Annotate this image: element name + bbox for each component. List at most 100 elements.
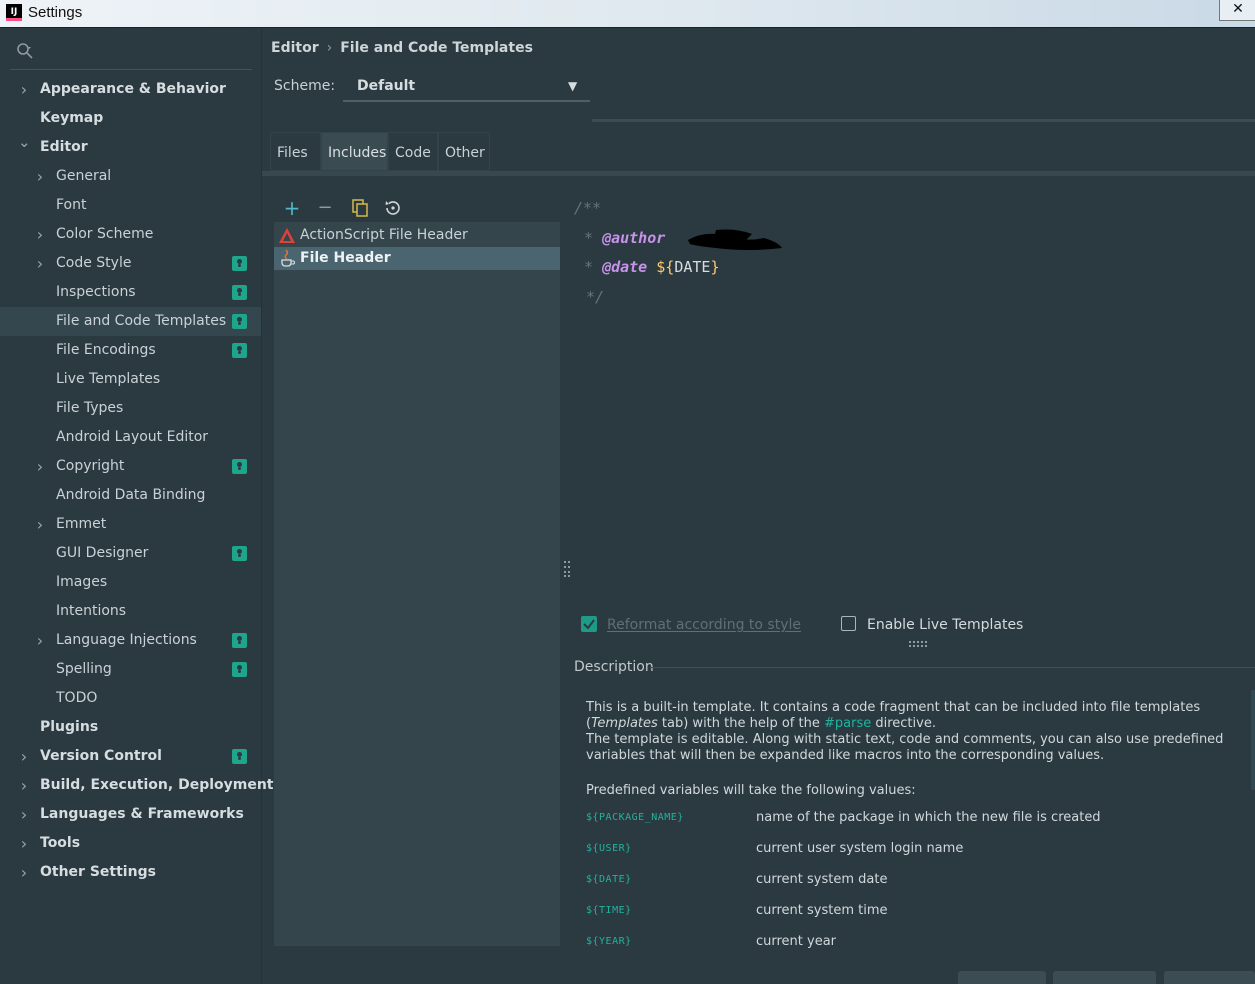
sidebar-item-android-layout-editor[interactable]: Android Layout Editor — [0, 423, 261, 452]
variable-desc: current year — [756, 934, 837, 949]
chevron-right-icon[interactable]: › — [34, 626, 46, 655]
template-label: ActionScript File Header — [300, 227, 468, 243]
sidebar-item-copyright[interactable]: › Copyright — [0, 452, 261, 481]
add-template-button[interactable]: + — [282, 198, 302, 218]
code-line: * @author — [584, 229, 665, 247]
sidebar-item-intentions[interactable]: Intentions — [0, 597, 261, 626]
search-field[interactable] — [10, 69, 252, 70]
text: tab) with the help of the — [657, 716, 824, 731]
sidebar-item-build-execution-deployment[interactable]: › Build, Execution, Deployment — [0, 771, 274, 800]
var-name: DATE — [674, 258, 711, 276]
chevron-right-icon[interactable]: › — [18, 742, 30, 771]
template-editor[interactable]: /** * @author * @date ${DATE} */ — [574, 193, 1255, 603]
breadcrumb-separator: › — [326, 40, 333, 56]
chevron-down-icon[interactable]: ⌄ — [18, 128, 31, 157]
tab-other[interactable]: Other — [438, 132, 490, 171]
chevron-right-icon[interactable]: › — [34, 452, 46, 481]
horizontal-splitter-handle[interactable] — [908, 641, 928, 647]
chevron-right-icon[interactable]: › — [18, 75, 30, 104]
code-line: * @date ${DATE} — [584, 258, 719, 276]
sidebar-item-inspections[interactable]: Inspections — [0, 278, 261, 307]
apply-button[interactable] — [1164, 971, 1255, 984]
variable-desc: name of the package in which the new fil… — [756, 810, 1101, 825]
actionscript-icon — [279, 228, 295, 243]
chevron-right-icon[interactable]: › — [18, 829, 30, 858]
sidebar-item-android-data-binding[interactable]: Android Data Binding — [0, 481, 261, 510]
sidebar-item-appearance-behavior[interactable]: › Appearance & Behavior — [0, 75, 261, 104]
sidebar-item-tools[interactable]: › Tools — [0, 829, 261, 858]
sidebar-item-label: Build, Execution, Deployment — [40, 777, 274, 793]
sidebar-item-label: Languages & Frameworks — [40, 806, 244, 822]
sidebar-item-label: Other Settings — [40, 864, 156, 880]
sidebar-item-plugins[interactable]: Plugins — [0, 713, 261, 742]
chevron-right-icon[interactable]: › — [34, 510, 46, 539]
sidebar-item-label: Language Injections — [56, 632, 197, 648]
sidebar-item-keymap[interactable]: Keymap — [0, 104, 261, 133]
sidebar-item-file-types[interactable]: File Types — [0, 394, 261, 423]
sidebar-item-label: Spelling — [56, 661, 112, 677]
template-item-actionscript-file-header[interactable]: ActionScript File Header — [274, 224, 560, 247]
sidebar-item-label: Inspections — [56, 284, 136, 300]
sidebar-item-language-injections[interactable]: › Language Injections — [0, 626, 261, 655]
sidebar-item-label: Keymap — [40, 110, 104, 126]
sidebar-item-spelling[interactable]: Spelling — [0, 655, 261, 684]
reset-icon[interactable] — [383, 198, 403, 218]
reformat-label[interactable]: Reformat according to style — [607, 617, 801, 633]
live-templates-checkbox[interactable] — [841, 616, 856, 631]
sidebar-item-file-encodings[interactable]: File Encodings — [0, 336, 261, 365]
chevron-right-icon[interactable]: › — [18, 771, 30, 800]
variable-name: ${YEAR} — [586, 936, 632, 947]
remove-template-button[interactable]: − — [315, 198, 335, 218]
cancel-button[interactable] — [1053, 971, 1156, 984]
templates-tab-ref: Templates — [591, 716, 658, 731]
chevron-right-icon[interactable]: › — [18, 858, 30, 887]
intellij-icon: IJ — [6, 4, 22, 21]
close-button[interactable]: ✕ — [1219, 0, 1255, 21]
sidebar-item-editor[interactable]: ⌄ Editor — [0, 133, 261, 162]
sidebar-item-emmet[interactable]: › Emmet — [0, 510, 261, 539]
var-open: ${ — [656, 258, 675, 276]
splitter-handle[interactable] — [563, 560, 571, 578]
project-scope-icon — [232, 633, 247, 648]
sidebar-item-live-templates[interactable]: Live Templates — [0, 365, 261, 394]
sidebar-item-languages-frameworks[interactable]: › Languages & Frameworks — [0, 800, 261, 829]
sidebar-item-images[interactable]: Images — [0, 568, 261, 597]
template-item-file-header[interactable]: File Header — [274, 247, 560, 270]
project-scope-icon — [232, 285, 247, 300]
sidebar-item-general[interactable]: › General — [0, 162, 261, 191]
live-templates-label[interactable]: Enable Live Templates — [867, 617, 1023, 633]
description-paragraph: The template is editable. Along with sta… — [586, 732, 1224, 763]
sidebar-item-todo[interactable]: TODO — [0, 684, 261, 713]
var-close: } — [710, 258, 720, 276]
description-title: Description — [574, 659, 654, 675]
sidebar-item-code-style[interactable]: › Code Style — [0, 249, 261, 278]
tab-files[interactable]: Files — [270, 132, 321, 171]
chevron-right-icon[interactable]: › — [34, 249, 46, 278]
comment-prefix: * — [584, 229, 603, 247]
sidebar-item-font[interactable]: Font — [0, 191, 261, 220]
chevron-right-icon[interactable]: › — [18, 800, 30, 829]
sidebar-item-color-scheme[interactable]: › Color Scheme — [0, 220, 261, 249]
search-icon[interactable] — [16, 42, 34, 60]
scheme-label: Scheme: — [274, 78, 336, 94]
chevron-right-icon[interactable]: › — [34, 162, 46, 191]
reformat-checkbox[interactable] — [581, 616, 597, 632]
sidebar-item-version-control[interactable]: › Version Control — [0, 742, 261, 771]
scheme-value: Default — [357, 78, 416, 94]
sidebar-item-other-settings[interactable]: › Other Settings — [0, 858, 261, 887]
breadcrumb-parent[interactable]: Editor — [271, 40, 319, 56]
ok-button[interactable] — [958, 971, 1046, 984]
sidebar-item-label: Appearance & Behavior — [40, 81, 226, 97]
text: directive. — [871, 716, 936, 731]
author-tag: @author — [602, 229, 666, 247]
variable-desc: current system time — [756, 903, 888, 918]
chevron-right-icon[interactable]: › — [34, 220, 46, 249]
tab-includes[interactable]: Includes — [321, 132, 388, 171]
tab-code[interactable]: Code — [388, 132, 438, 171]
sidebar-item-gui-designer[interactable]: GUI Designer — [0, 539, 261, 568]
description-scrollbar[interactable] — [1251, 690, 1255, 790]
copy-icon[interactable] — [350, 198, 370, 218]
sidebar-item-file-and-code-templates[interactable]: File and Code Templates — [0, 307, 261, 336]
template-label: File Header — [300, 250, 391, 266]
code-line: /** — [574, 199, 602, 217]
